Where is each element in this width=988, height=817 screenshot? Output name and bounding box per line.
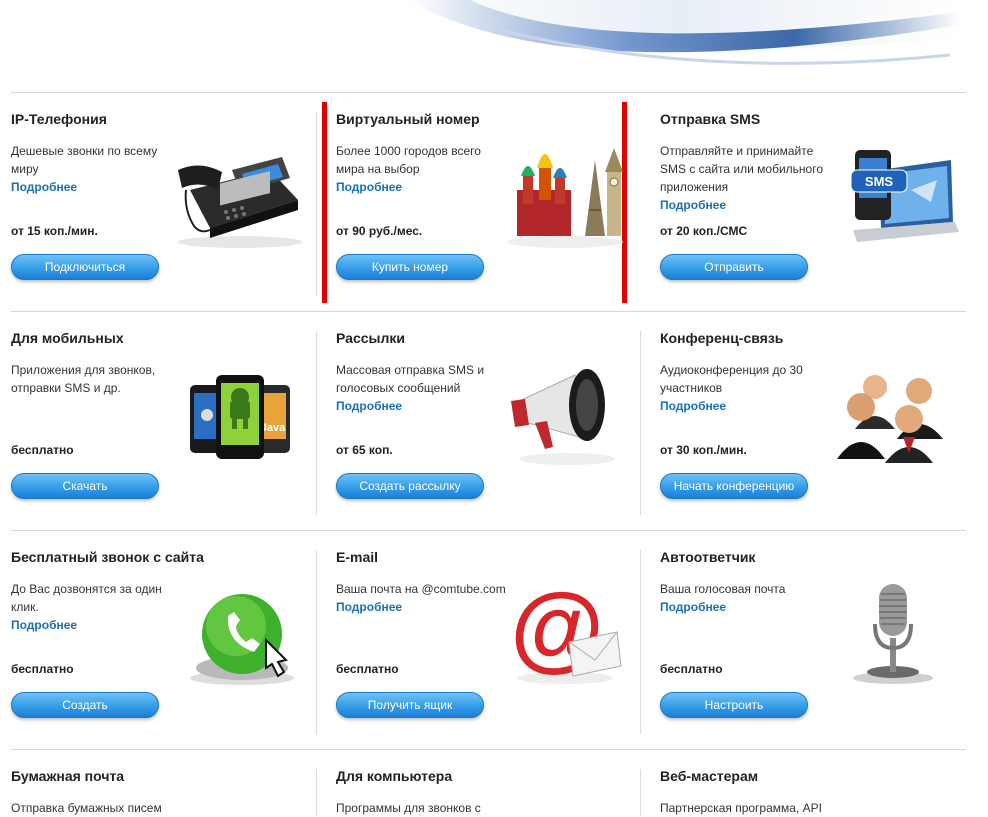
- service-card-mailings: Рассылки Массовая отправка SMS и голосов…: [325, 311, 645, 529]
- more-link[interactable]: Подробнее: [11, 178, 183, 196]
- card-description: Ваша почта на @comtube.com Подробнее: [336, 580, 508, 616]
- column-divider: [640, 769, 641, 816]
- more-link[interactable]: Подробнее: [11, 616, 183, 634]
- start-conference-button[interactable]: Начать конференцию: [660, 473, 808, 499]
- card-title: Для компьютера: [336, 768, 453, 784]
- card-description-text: Приложения для звонков, отправки SMS и д…: [11, 363, 156, 395]
- green-call-button-icon: [170, 568, 310, 688]
- header-banner: [0, 0, 988, 92]
- card-title: IP-Телефония: [11, 111, 107, 127]
- get-mailbox-button[interactable]: Получить ящик: [336, 692, 484, 718]
- card-price: от 90 руб./мес.: [336, 224, 423, 238]
- card-description: Партнерская программа, API: [660, 801, 822, 815]
- landmarks-icon: [495, 130, 635, 250]
- card-description: Отправляйте и принимайте SMS с сайта или…: [660, 142, 832, 214]
- card-title: Конференц-связь: [660, 330, 784, 346]
- create-button[interactable]: Создать: [11, 692, 159, 718]
- smartphones-icon: Java: [170, 349, 310, 469]
- card-title: Бесплатный звонок с сайта: [11, 549, 204, 565]
- card-description-text: Массовая отправка SMS и голосовых сообще…: [336, 363, 485, 395]
- card-description-text: Отправляйте и принимайте SMS с сайта или…: [660, 144, 824, 194]
- card-price: от 65 коп.: [336, 443, 393, 457]
- card-title: Рассылки: [336, 330, 405, 346]
- card-description-text: До Вас дозвонятся за один клик.: [11, 582, 162, 614]
- laptop-sms-icon: SMS: [819, 130, 959, 250]
- microphone-icon: [819, 568, 959, 688]
- service-card-email: E-mail Ваша почта на @comtube.com Подроб…: [325, 530, 645, 748]
- card-title: Для мобильных: [11, 330, 124, 346]
- megaphone-icon: [495, 349, 635, 469]
- card-title: Автоответчик: [660, 549, 756, 565]
- conference-people-icon: [819, 349, 959, 469]
- card-description: Массовая отправка SMS и голосовых сообще…: [336, 361, 508, 415]
- column-divider: [316, 550, 317, 734]
- services-row-4: Бумажная почта Отправка бумажных писем Д…: [0, 749, 988, 816]
- card-price: от 20 коп./СМС: [660, 224, 748, 238]
- card-price: от 30 коп./мин.: [660, 443, 747, 457]
- card-description: Аудиоконференция до 30 участников Подроб…: [660, 361, 832, 415]
- more-link[interactable]: Подробнее: [660, 196, 832, 214]
- card-price: бесплатно: [11, 443, 74, 457]
- service-card-sms: Отправка SMS Отправляйте и принимайте SM…: [649, 92, 969, 310]
- column-divider: [640, 550, 641, 734]
- service-card-paper-mail: Бумажная почта Отправка бумажных писем: [0, 749, 320, 816]
- card-description: Ваша голосовая почта Подробнее: [660, 580, 832, 616]
- column-divider: [316, 331, 317, 515]
- column-divider: [316, 112, 317, 296]
- services-row-3: Бесплатный звонок с сайта До Вас дозвоня…: [0, 530, 988, 748]
- card-description-text: Аудиоконференция до 30 участников: [660, 363, 803, 395]
- services-row-2: Для мобильных Приложения для звонков, от…: [0, 311, 988, 529]
- services-row-1: IP-Телефония Дешевые звонки по всему мир…: [0, 92, 988, 310]
- card-description: Программы для звонков с: [336, 801, 481, 815]
- email-at-icon: @: [495, 568, 635, 688]
- card-description-text: Более 1000 городов всего мира на выбор: [336, 144, 481, 176]
- configure-button[interactable]: Настроить: [660, 692, 808, 718]
- service-card-voicemail: Автоответчик Ваша голосовая почта Подроб…: [649, 530, 969, 748]
- buy-number-button[interactable]: Купить номер: [336, 254, 484, 280]
- card-title: Бумажная почта: [11, 768, 125, 784]
- service-card-ip-telephony: IP-Телефония Дешевые звонки по всему мир…: [0, 92, 320, 310]
- service-card-conference: Конференц-связь Аудиоконференция до 30 у…: [649, 311, 969, 529]
- card-description: Приложения для звонков, отправки SMS и д…: [11, 361, 183, 397]
- card-description-text: Ваша почта на @comtube.com: [336, 582, 506, 596]
- card-description: Дешевые звонки по всему миру Подробнее: [11, 142, 183, 196]
- more-link[interactable]: Подробнее: [660, 598, 832, 616]
- more-link[interactable]: Подробнее: [336, 598, 508, 616]
- card-title: Отправка SMS: [660, 111, 761, 127]
- card-price: бесплатно: [11, 662, 74, 676]
- card-description: Более 1000 городов всего мира на выбор П…: [336, 142, 508, 196]
- create-mailing-button[interactable]: Создать рассылку: [336, 473, 484, 499]
- service-card-desktop: Для компьютера Программы для звонков с: [325, 749, 645, 816]
- connect-button[interactable]: Подключиться: [11, 254, 159, 280]
- card-title: Веб-мастерам: [660, 768, 759, 784]
- card-description: До Вас дозвонятся за один клик. Подробне…: [11, 580, 183, 634]
- service-card-virtual-number: Виртуальный номер Более 1000 городов все…: [325, 92, 645, 310]
- svg-text:Java: Java: [261, 422, 286, 434]
- card-description-text: Ваша голосовая почта: [660, 582, 786, 596]
- card-price: от 15 коп./мин.: [11, 224, 98, 238]
- card-description-text: Дешевые звонки по всему миру: [11, 144, 158, 176]
- svg-text:SMS: SMS: [865, 174, 894, 189]
- card-title: E-mail: [336, 549, 379, 565]
- more-link[interactable]: Подробнее: [336, 397, 508, 415]
- column-divider: [316, 769, 317, 816]
- service-card-callback: Бесплатный звонок с сайта До Вас дозвоня…: [0, 530, 320, 748]
- card-price: бесплатно: [660, 662, 723, 676]
- more-link[interactable]: Подробнее: [336, 178, 508, 196]
- more-link[interactable]: Подробнее: [660, 397, 832, 415]
- column-divider: [640, 331, 641, 515]
- card-title: Виртуальный номер: [336, 111, 480, 127]
- card-price: бесплатно: [336, 662, 399, 676]
- office-phone-icon: [170, 130, 310, 250]
- service-card-mobile: Для мобильных Приложения для звонков, от…: [0, 311, 320, 529]
- card-description: Отправка бумажных писем: [11, 801, 162, 815]
- service-card-webmasters: Веб-мастерам Партнерская программа, API: [649, 749, 969, 816]
- send-button[interactable]: Отправить: [660, 254, 808, 280]
- download-button[interactable]: Скачать: [11, 473, 159, 499]
